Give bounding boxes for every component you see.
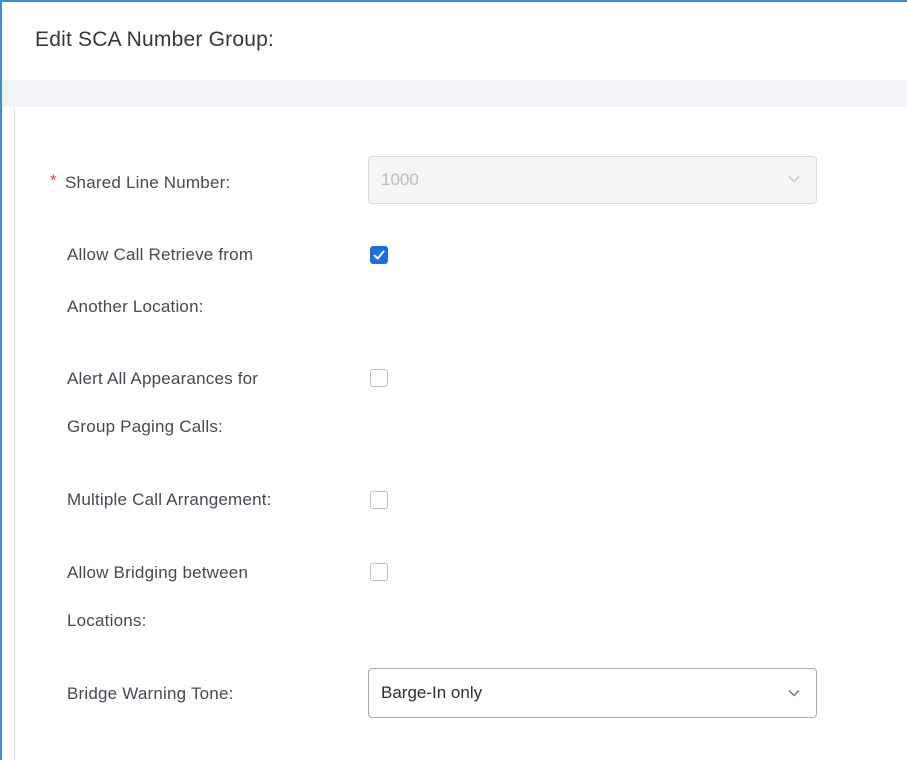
allow-bridging-checkbox[interactable] [370,563,388,581]
allow-bridging-label-line2: Locations: [67,611,147,630]
allow-call-retrieve-label-line1: Allow Call Retrieve from [67,245,254,264]
shared-line-number-select[interactable]: 1000 [368,156,817,204]
chevron-down-icon [788,176,800,183]
dialog-header: Edit SCA Number Group: [2,2,907,80]
shared-line-number-label: Shared Line Number: [65,173,231,192]
header-divider [2,80,907,107]
checkmark-icon [373,250,385,260]
allow-bridging-label-line1: Allow Bridging between [67,563,249,582]
multiple-call-arrangement-label: Multiple Call Arrangement: [67,490,272,509]
shared-line-number-value: 1000 [381,170,419,189]
alert-all-appearances-label-line1: Alert All Appearances for [67,369,259,388]
dialog-title: Edit SCA Number Group: [35,28,274,51]
bridge-warning-tone-select[interactable]: Barge-In only [368,668,817,718]
chevron-down-icon [788,690,800,697]
alert-all-appearances-checkbox[interactable] [370,369,388,387]
form-body: * Shared Line Number: 1000 Allow Call Re… [14,107,907,760]
multiple-call-arrangement-checkbox[interactable] [370,491,388,509]
bridge-warning-tone-value: Barge-In only [381,683,483,702]
alert-all-appearances-label-line2: Group Paging Calls: [67,417,223,436]
required-marker: * [50,171,57,190]
bridge-warning-tone-label: Bridge Warning Tone: [67,684,234,703]
allow-call-retrieve-checkbox[interactable] [370,246,388,264]
allow-call-retrieve-label-line2: Another Location: [67,297,204,316]
